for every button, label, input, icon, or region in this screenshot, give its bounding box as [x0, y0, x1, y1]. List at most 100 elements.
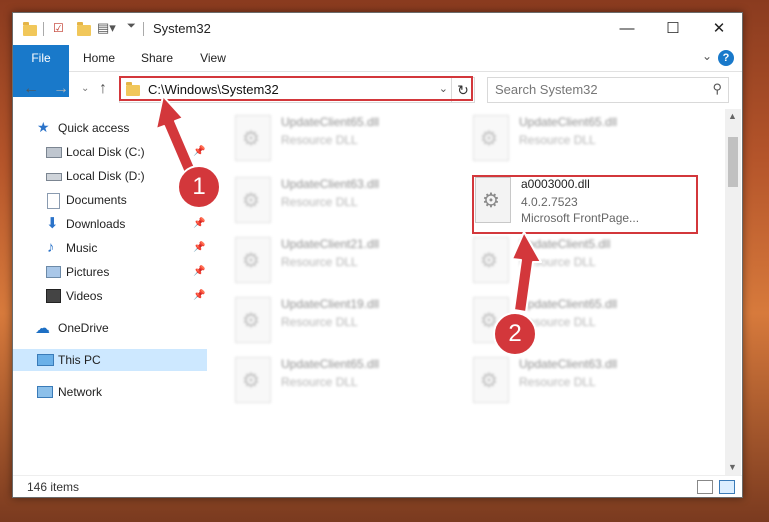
sidebar-item-this-pc[interactable]: This PC — [13, 349, 207, 371]
sidebar-item-label: Documents — [66, 193, 127, 207]
customize-quick-access-icon[interactable]: ▤▾ — [97, 20, 116, 36]
sidebar-item-label: Videos — [66, 289, 103, 303]
list-item[interactable]: UpdateClient65.dll Resource DLL — [235, 115, 455, 167]
sidebar-item-pictures[interactable]: Pictures 📌 — [13, 261, 207, 283]
sidebar-item-label: Quick access — [58, 121, 130, 135]
divider — [143, 22, 144, 36]
search-placeholder: Search System32 — [495, 82, 598, 97]
divider — [43, 22, 44, 36]
minimize-button[interactable]: — — [604, 13, 650, 45]
dll-file-icon — [473, 115, 509, 161]
window-title: System32 — [153, 21, 211, 36]
file-list: UpdateClient65.dll Resource DLL UpdateCl… — [211, 109, 721, 469]
search-input[interactable]: Search System32 ⚲ — [487, 77, 729, 103]
file-type: Resource DLL — [519, 133, 596, 147]
chevron-down-icon[interactable]: ⏷ — [127, 20, 136, 33]
pin-icon[interactable]: 📌 — [193, 237, 205, 259]
item-count: 146 items — [27, 480, 80, 494]
large-icons-view-icon[interactable] — [719, 480, 735, 494]
sidebar-item-label: Local Disk (C:) — [66, 145, 145, 159]
sidebar-item-label: Music — [66, 241, 98, 255]
sidebar-item-quick-access[interactable]: ★ Quick access — [13, 117, 207, 139]
navigation-bar: ← → ⌄ ↑ C:\Windows\System32 ⌄ ↻ Search S… — [13, 72, 742, 108]
scroll-thumb[interactable] — [728, 137, 738, 187]
pin-icon[interactable]: 📌 — [193, 213, 205, 235]
sidebar-item-network[interactable]: Network — [13, 381, 207, 403]
sidebar-item-label: This PC — [58, 353, 101, 367]
title-bar: ☑ ▤▾ ⏷ System32 — ☐ ✕ — [13, 13, 742, 45]
step-2-badge: 2 — [493, 312, 537, 356]
tab-view[interactable]: View — [193, 45, 233, 71]
documents-icon — [47, 193, 60, 209]
file-explorer-window: ☑ ▤▾ ⏷ System32 — ☐ ✕ File Home Share Vi… — [12, 12, 743, 498]
step-1-badge: 1 — [177, 165, 221, 209]
sidebar-item-videos[interactable]: Videos 📌 — [13, 285, 207, 307]
recent-locations-icon[interactable]: ⌄ — [81, 83, 89, 94]
cloud-icon: ☁ — [35, 320, 50, 337]
file-type: Resource DLL — [281, 375, 358, 389]
address-highlight-box — [119, 76, 473, 101]
file-name: UpdateClient65.dll — [281, 115, 380, 129]
sidebar-item-label: Local Disk (D:) — [66, 169, 145, 183]
new-folder-icon[interactable] — [77, 22, 91, 36]
list-item[interactable]: UpdateClient63.dll Resource DLL — [235, 177, 455, 229]
music-icon: ♪ — [47, 239, 55, 256]
computer-icon — [37, 354, 54, 366]
file-type: Resource DLL — [519, 375, 596, 389]
file-name: UpdateClient65.dll — [519, 115, 618, 129]
folder-icon — [23, 22, 37, 36]
pictures-icon — [46, 266, 61, 278]
close-button[interactable]: ✕ — [696, 13, 742, 45]
dll-file-icon — [235, 297, 271, 343]
vertical-scrollbar[interactable]: ▲ ▼ — [725, 109, 741, 475]
file-type: Resource DLL — [519, 255, 596, 269]
file-type: Resource DLL — [281, 315, 358, 329]
sidebar-item-local-disk-c[interactable]: Local Disk (C:) 📌 — [13, 141, 207, 163]
list-item[interactable]: UpdateClient19.dll Resource DLL — [235, 297, 455, 349]
ribbon-tabs: File Home Share View ⌄ ? — [13, 45, 742, 97]
file-name: UpdateClient65.dll — [519, 297, 618, 311]
star-icon: ★ — [37, 119, 50, 135]
scroll-down-icon[interactable]: ▼ — [728, 462, 737, 472]
dll-file-icon — [235, 177, 271, 223]
list-item[interactable]: UpdateClient65.dll Resource DLL — [473, 115, 693, 167]
drive-icon — [46, 147, 62, 158]
pin-icon[interactable]: 📌 — [193, 141, 205, 163]
sidebar-item-label: Network — [58, 385, 103, 399]
dll-file-icon — [473, 357, 509, 403]
network-icon — [37, 386, 53, 398]
list-item[interactable]: UpdateClient63.dll Resource DLL — [473, 357, 693, 409]
expand-ribbon-icon[interactable]: ⌄ — [702, 49, 712, 63]
details-view-icon[interactable] — [697, 480, 713, 494]
navigation-pane: ★ Quick access Local Disk (C:) 📌 Local D… — [13, 109, 207, 469]
list-item[interactable]: UpdateClient5.dll Resource DLL — [473, 237, 693, 289]
help-icon[interactable]: ? — [718, 50, 734, 66]
back-arrow-icon[interactable]: ← — [23, 80, 39, 98]
pin-icon[interactable]: 📌 — [193, 261, 205, 283]
search-icon[interactable]: ⚲ — [712, 81, 722, 97]
up-arrow-icon[interactable]: ↑ — [99, 80, 107, 98]
tab-home[interactable]: Home — [79, 45, 119, 71]
file-name: UpdateClient19.dll — [281, 297, 380, 311]
sidebar-item-downloads[interactable]: ⬇ Downloads 📌 — [13, 213, 207, 235]
file-type: Resource DLL — [281, 195, 358, 209]
file-name: UpdateClient63.dll — [519, 357, 618, 371]
sidebar-item-onedrive[interactable]: ☁ OneDrive — [13, 317, 207, 339]
properties-icon[interactable]: ☑ — [53, 21, 64, 35]
file-name: UpdateClient63.dll — [281, 177, 380, 191]
sidebar-item-label: Downloads — [66, 217, 126, 231]
scroll-up-icon[interactable]: ▲ — [728, 111, 737, 121]
maximize-button[interactable]: ☐ — [650, 13, 696, 45]
sidebar-item-label: Pictures — [66, 265, 110, 279]
list-item[interactable]: UpdateClient21.dll Resource DLL — [235, 237, 455, 289]
forward-arrow-icon[interactable]: → — [53, 80, 69, 98]
tab-share[interactable]: Share — [137, 45, 177, 71]
sidebar-item-music[interactable]: ♪ Music 📌 — [13, 237, 207, 259]
pin-icon[interactable]: 📌 — [193, 285, 205, 307]
file-type: Resource DLL — [281, 255, 358, 269]
dll-file-icon — [473, 237, 509, 283]
download-icon: ⬇ — [46, 215, 59, 232]
list-item[interactable]: UpdateClient65.dll Resource DLL — [235, 357, 455, 409]
dll-file-icon — [235, 357, 271, 403]
videos-icon — [46, 289, 61, 303]
